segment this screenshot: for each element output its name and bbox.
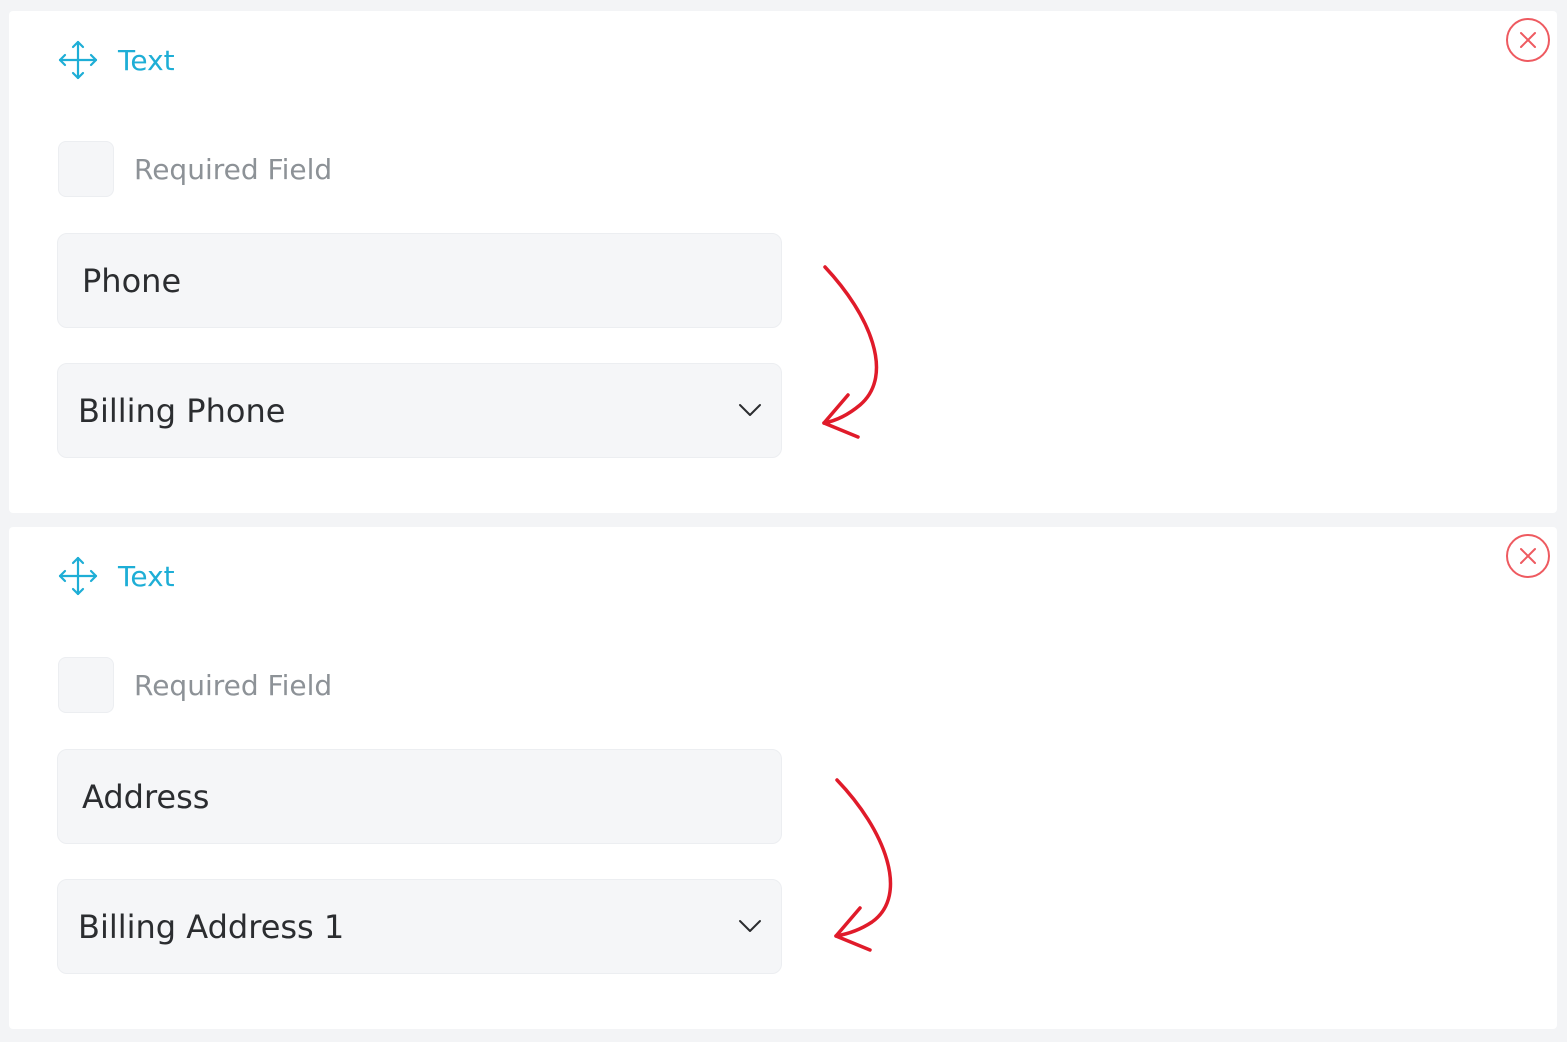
field-type-label: Text	[118, 43, 175, 77]
field-mapping-select[interactable]: Billing Address 1	[57, 879, 782, 974]
field-mapping-select[interactable]: Billing Phone	[57, 363, 782, 458]
move-icon[interactable]	[57, 39, 99, 81]
field-label-input[interactable]	[57, 749, 782, 844]
field-mapping-value: Billing Address 1	[78, 907, 345, 946]
move-icon[interactable]	[57, 555, 99, 597]
field-card: Text Required Field Billing Phone	[9, 11, 1557, 513]
required-field-row: Required Field	[58, 657, 332, 713]
remove-field-button[interactable]	[1505, 17, 1551, 63]
close-circle-icon	[1506, 18, 1550, 62]
field-label-input[interactable]	[57, 233, 782, 328]
field-mapping-value: Billing Phone	[78, 391, 286, 430]
required-field-label: Required Field	[134, 152, 333, 186]
field-card: Text Required Field Billing Address 1	[9, 527, 1557, 1029]
remove-field-button[interactable]	[1505, 533, 1551, 579]
field-header: Text	[57, 38, 175, 82]
chevron-down-icon	[739, 920, 761, 932]
field-header: Text	[57, 554, 175, 598]
required-field-row: Required Field	[58, 141, 332, 197]
chevron-down-icon	[739, 404, 761, 416]
required-field-label: Required Field	[134, 668, 333, 702]
close-circle-icon	[1506, 534, 1550, 578]
required-checkbox[interactable]	[58, 657, 114, 713]
required-checkbox[interactable]	[58, 141, 114, 197]
field-type-label: Text	[118, 559, 175, 593]
